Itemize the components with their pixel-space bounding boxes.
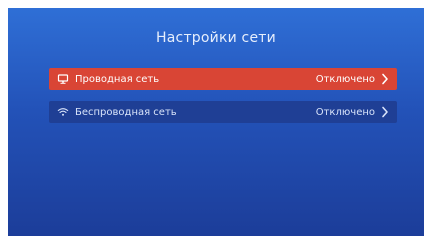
network-settings-screen: Настройки сети Проводная сеть Отключено … [8,8,424,236]
wired-network-status: Отключено [315,73,375,85]
menu-item-wireless-network[interactable]: Беспроводная сеть Отключено [49,101,397,123]
menu-item-wired-network[interactable]: Проводная сеть Отключено [49,68,397,90]
chevron-right-icon [381,106,389,118]
wifi-icon [57,106,69,118]
wired-network-label: Проводная сеть [75,73,160,85]
wireless-network-status: Отключено [315,106,375,118]
page-title: Настройки сети [156,30,276,46]
chevron-right-icon [381,73,389,85]
wireless-network-label: Беспроводная сеть [75,106,177,118]
monitor-icon [57,73,69,85]
